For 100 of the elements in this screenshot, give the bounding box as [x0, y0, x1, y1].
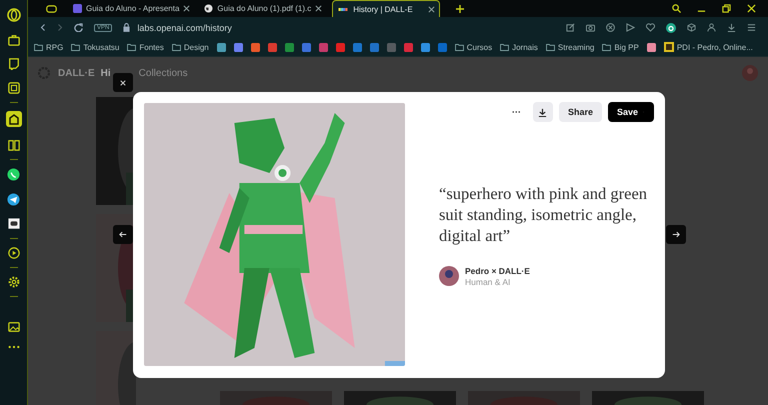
close-icon [120, 80, 126, 86]
color-strip-icon [337, 8, 350, 10]
bookmark-folder[interactable]: Big PP [602, 42, 639, 52]
app-icon [73, 4, 82, 13]
bookmark-folder[interactable]: Streaming [546, 42, 594, 52]
browser-tab[interactable]: Guia do Aluno - Apresenta [69, 0, 194, 17]
bookmark-label: Cursos [466, 42, 492, 52]
author-subtitle: Human & AI [465, 276, 512, 286]
bookmark-icon[interactable] [336, 42, 345, 52]
back-icon[interactable] [40, 23, 46, 32]
paper-plane-icon[interactable] [7, 193, 20, 206]
bookmark-label: RPG [46, 42, 64, 52]
close-icon[interactable] [315, 5, 322, 12]
bookmark-folder[interactable]: Tokusatsu [71, 42, 120, 52]
close-icon[interactable] [428, 6, 436, 12]
bookmark-icon[interactable] [404, 42, 413, 52]
browser-logo-icon[interactable] [6, 8, 20, 22]
folder-icon [500, 44, 510, 50]
bookmark-icon[interactable] [370, 42, 379, 52]
bookmark[interactable]: PDI - Pedro, Online... [664, 42, 753, 52]
right-arrow-icon [672, 231, 680, 238]
folder-icon [602, 44, 612, 50]
camera-icon[interactable] [586, 23, 595, 32]
restore-icon[interactable] [722, 4, 731, 13]
download-icon [538, 108, 548, 116]
bookmark-icon[interactable] [420, 42, 430, 52]
send-icon[interactable] [626, 23, 635, 32]
user-icon[interactable] [707, 23, 716, 32]
bag-icon[interactable] [8, 34, 20, 46]
tab-title: History | DALL-E [353, 4, 414, 14]
bookmark-icon[interactable] [352, 42, 362, 52]
bookmark-icon[interactable] [318, 42, 328, 52]
chat-icon[interactable] [8, 58, 20, 70]
box-icon[interactable] [8, 82, 20, 94]
left-arrow-icon [119, 231, 127, 238]
book-icon[interactable] [8, 139, 20, 151]
bookmark-icon[interactable] [234, 42, 243, 52]
more-icon[interactable] [8, 345, 20, 349]
bookmark-icon[interactable] [438, 42, 447, 52]
close-icon[interactable] [183, 5, 190, 12]
prompt-text: “superhero with pink and green suit standing, isometric angle, digital art” [439, 182, 648, 246]
tab-title: Guia do Aluno (1).pdf (1).c [217, 4, 312, 13]
bookmark-icon[interactable] [284, 42, 294, 52]
folder-icon [127, 44, 136, 50]
chat-bubble-icon[interactable] [7, 168, 20, 181]
close-button[interactable] [113, 73, 133, 92]
bookmark-icon[interactable] [250, 42, 260, 52]
cube-icon[interactable] [687, 23, 696, 32]
bookmark-icon[interactable] [268, 42, 277, 52]
bookmark-icon[interactable] [646, 42, 656, 52]
next-button[interactable] [666, 225, 686, 244]
edit-icon[interactable] [566, 23, 575, 32]
reload-icon[interactable] [74, 23, 83, 32]
bookmark-label: Fontes [139, 42, 164, 52]
bookmark-folder[interactable]: Cursos [454, 42, 492, 52]
share-button[interactable]: Share [558, 102, 602, 122]
bookmark-folder[interactable]: Jornais [500, 42, 538, 52]
new-tab-icon[interactable] [456, 4, 464, 12]
more-button[interactable]: ··· [506, 102, 527, 122]
globe-icon [204, 4, 214, 13]
download-button[interactable] [532, 102, 553, 122]
folder-icon [34, 44, 43, 50]
folder-icon [71, 44, 80, 50]
extension-icon[interactable] [666, 22, 676, 32]
bookmark-folder[interactable]: Design [172, 42, 209, 52]
tab-title: Guia do Aluno - Apresenta [86, 4, 180, 13]
download-icon[interactable] [727, 23, 736, 32]
bookmark-label: Big PP [614, 42, 639, 52]
bookmark-label: PDI - Pedro, Online... [676, 42, 753, 52]
save-button[interactable]: Save [608, 102, 654, 122]
bookmark-folder[interactable]: RPG [34, 42, 64, 52]
bookmark-label: Design [184, 42, 209, 52]
nav-tab[interactable]: Hi [100, 68, 111, 78]
search-icon[interactable] [672, 4, 681, 13]
previous-button[interactable] [113, 225, 133, 244]
close-icon[interactable] [747, 4, 756, 13]
address-field[interactable]: labs.openai.com/history [137, 22, 232, 32]
author-name[interactable]: Pedro × DALL·E [465, 266, 530, 276]
bookmark-folder[interactable]: Fontes [127, 42, 164, 52]
browser-tab[interactable]: Guia do Aluno (1).pdf (1).c [200, 0, 326, 17]
brand-name: DALL·E [58, 68, 95, 78]
settings-icon[interactable] [8, 276, 20, 288]
home-icon[interactable] [6, 111, 22, 127]
block-icon[interactable] [606, 23, 615, 32]
folder-icon [546, 44, 555, 50]
avatar[interactable] [439, 266, 459, 286]
gallery-icon[interactable] [8, 321, 20, 333]
play-icon[interactable] [8, 247, 20, 259]
game-controller-icon[interactable] [8, 218, 20, 230]
heart-icon[interactable] [646, 23, 655, 32]
menu-icon[interactable] [747, 23, 756, 32]
bookmark-label: Streaming [558, 42, 594, 52]
bookmark-label: Tokusatsu [83, 42, 120, 52]
bookmark-icon[interactable] [302, 42, 311, 52]
browser-tab[interactable]: History | DALL-E [332, 0, 440, 17]
bookmark-label: Jornais [512, 42, 538, 52]
folder-icon [454, 44, 464, 50]
gamepad-icon[interactable] [46, 4, 57, 12]
bookmark-icon[interactable] [216, 42, 226, 52]
folder-icon [172, 44, 181, 50]
